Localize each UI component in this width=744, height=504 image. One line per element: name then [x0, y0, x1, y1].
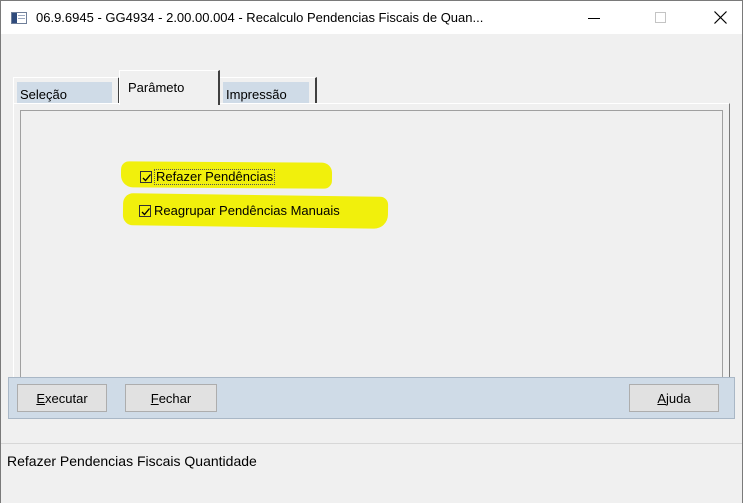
tab-selecao[interactable]: Seleção — [13, 77, 120, 103]
checkbox-box[interactable] — [140, 171, 152, 183]
options-frame — [20, 110, 723, 392]
window-title: 06.9.6945 - GG4934 - 2.00.00.004 - Recal… — [36, 10, 484, 25]
status-bar: Refazer Pendencias Fiscais Quantidade — [1, 443, 742, 471]
close-button[interactable] — [697, 1, 743, 34]
status-text: Refazer Pendencias Fiscais Quantidade — [7, 453, 257, 469]
tab-impressao[interactable]: Impressão — [219, 77, 317, 103]
app-window: 06.9.6945 - GG4934 - 2.00.00.004 - Recal… — [0, 0, 743, 503]
checkbox-box[interactable] — [139, 205, 151, 217]
maximize-button[interactable] — [637, 1, 683, 34]
minimize-button[interactable] — [571, 1, 617, 34]
fechar-button[interactable]: Fechar — [125, 384, 217, 412]
client-area: Seleção Impressão Parâmeto — [1, 34, 742, 503]
tab-label: Impressão — [226, 87, 287, 102]
title-bar[interactable]: 06.9.6945 - GG4934 - 2.00.00.004 - Recal… — [1, 1, 742, 34]
button-bar: Executar Fechar Ajuda — [8, 377, 735, 419]
ajuda-button[interactable]: Ajuda — [629, 384, 719, 412]
tab-label: Seleção — [20, 87, 67, 102]
checkbox-label: Refazer Pendências — [154, 169, 276, 185]
maximize-icon — [654, 12, 666, 23]
checkbox-label: Reagrupar Pendências Manuais — [154, 203, 340, 218]
reagrupar-pendencias-checkbox[interactable]: Reagrupar Pendências Manuais — [139, 203, 341, 219]
app-icon — [11, 12, 27, 24]
close-icon — [713, 11, 727, 24]
tab-label: Parâmeto — [128, 80, 185, 95]
refazer-pendencias-checkbox[interactable]: Refazer Pendências — [140, 169, 276, 185]
minimize-icon — [588, 17, 600, 19]
checkmark-icon — [141, 208, 150, 216]
tab-parametro[interactable]: Parâmeto — [119, 70, 220, 105]
checkmark-icon — [142, 174, 151, 182]
tab-panel-parametro — [13, 103, 730, 399]
executar-button[interactable]: Executar — [17, 384, 107, 412]
